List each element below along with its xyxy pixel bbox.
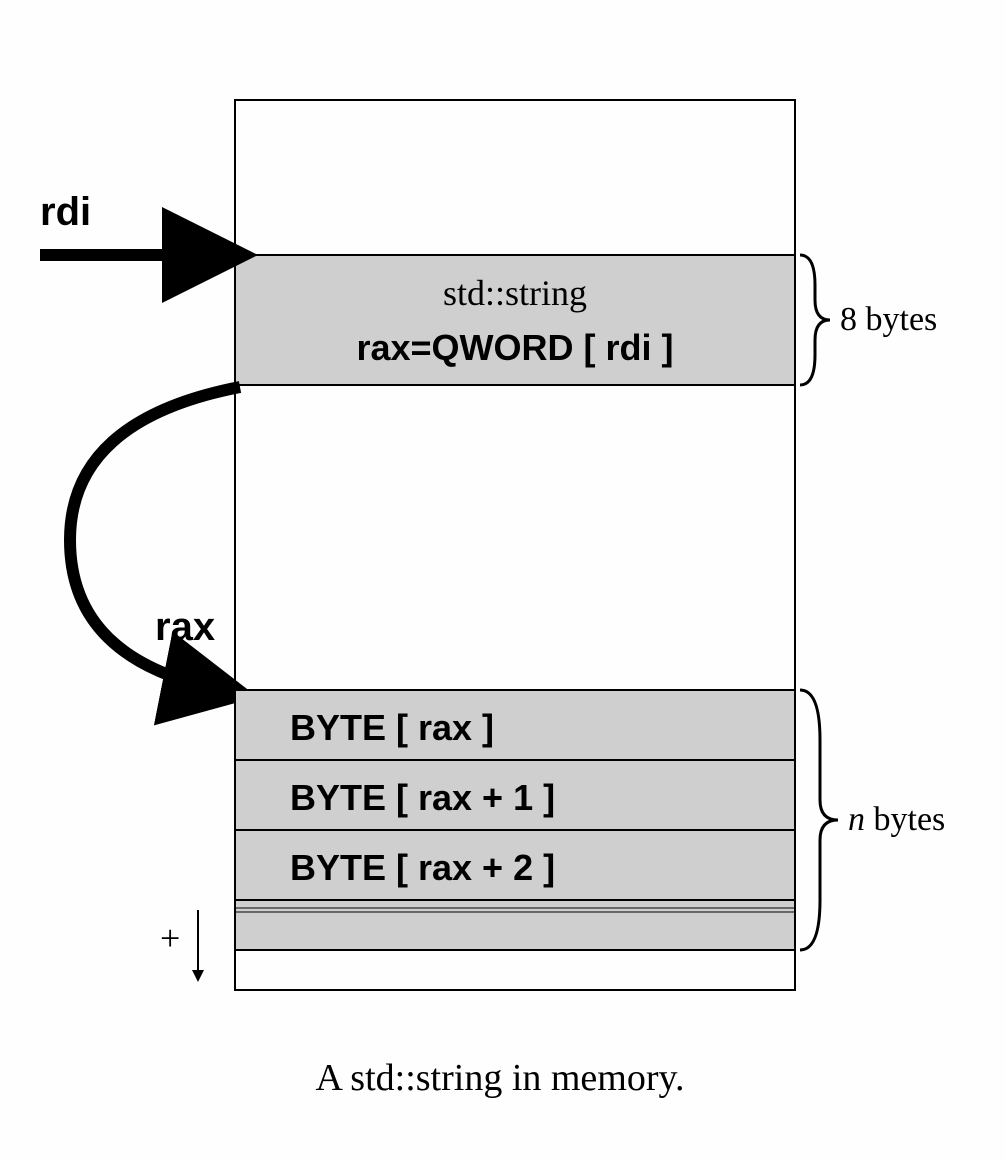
size-8-bytes: 8 bytes xyxy=(840,301,937,338)
byte-1-label: BYTE [ rax + 1 ] xyxy=(290,777,555,818)
brace-n-bytes xyxy=(800,690,838,950)
size-n-bytes: n bytes xyxy=(848,801,945,838)
plus-symbol: + xyxy=(160,918,180,958)
rax-label: rax xyxy=(155,605,215,649)
rdi-label: rdi xyxy=(40,190,91,234)
diagram-caption: A std::string in memory. xyxy=(315,1057,684,1099)
byte-2-label: BYTE [ rax + 2 ] xyxy=(290,847,555,888)
brace-8-bytes xyxy=(800,255,830,385)
byte-0-label: BYTE [ rax ] xyxy=(290,707,494,748)
rax-assign-label: rax=QWORD [ rdi ] xyxy=(356,327,673,368)
std-string-label: std::string xyxy=(443,273,587,313)
